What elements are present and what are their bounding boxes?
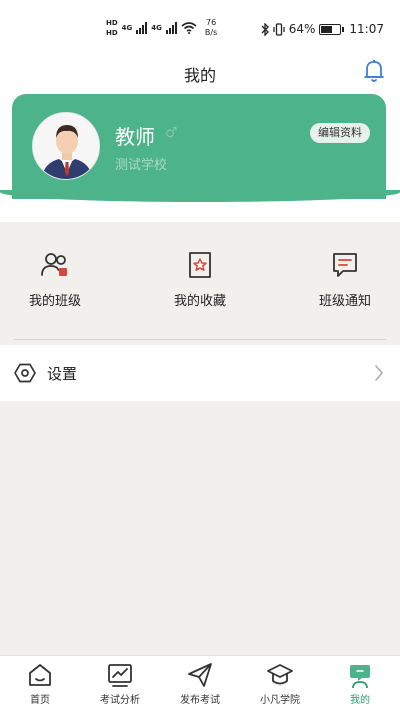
tab-mine[interactable]: 我的 bbox=[320, 656, 400, 711]
header: 我的 bbox=[0, 50, 400, 94]
battery-fill bbox=[321, 25, 333, 33]
divider bbox=[14, 339, 386, 340]
signal-type-1: 4G bbox=[121, 24, 133, 32]
bottom-tab-bar: 首页 考试分析 发布考试 小凡学院 我的 bbox=[0, 655, 400, 711]
chart-icon bbox=[108, 664, 132, 687]
tab-academy[interactable]: 小凡学院 bbox=[240, 656, 320, 711]
wifi-icon bbox=[181, 22, 197, 34]
vibrate-icon bbox=[273, 22, 285, 36]
profile-section: 教师 ♂ 测试学校 编辑资料 bbox=[0, 94, 400, 222]
menu-class-notice[interactable]: 班级通知 bbox=[290, 250, 400, 309]
net-speed: 76 B/s bbox=[205, 18, 217, 38]
user-name: 教师 bbox=[115, 125, 155, 149]
menu-my-favorites-label: 我的收藏 bbox=[173, 294, 226, 309]
bell-icon[interactable] bbox=[362, 58, 386, 84]
net-speed-value: 76 bbox=[206, 18, 217, 27]
graduation-cap-icon bbox=[267, 664, 293, 685]
tab-home-label: 首页 bbox=[30, 695, 50, 706]
status-bar: HD HD 4G 4G 76 B/s 64% 11:07 bbox=[0, 0, 400, 50]
people-icon bbox=[41, 253, 67, 276]
menu-my-favorites[interactable]: 我的收藏 bbox=[145, 250, 255, 309]
battery-icon bbox=[319, 23, 345, 35]
status-right: 64% 11:07 bbox=[261, 22, 384, 36]
tab-publish-exam-label: 发布考试 bbox=[180, 695, 220, 706]
profile-icon bbox=[350, 665, 370, 688]
settings-hexagon-icon bbox=[14, 363, 36, 383]
tab-mine-label: 我的 bbox=[350, 695, 370, 706]
send-icon bbox=[188, 663, 212, 687]
tab-exam-analysis[interactable]: 考试分析 bbox=[80, 656, 160, 711]
tab-publish-exam[interactable]: 发布考试 bbox=[160, 656, 240, 711]
signal-type-2: 4G bbox=[151, 24, 162, 32]
settings-label: 设置 bbox=[47, 365, 78, 383]
male-gender-icon: ♂ bbox=[165, 125, 178, 141]
hd-bottom: HD bbox=[106, 29, 118, 37]
tab-home[interactable]: 首页 bbox=[0, 656, 80, 711]
bluetooth-icon bbox=[261, 22, 269, 36]
hd-top: HD bbox=[106, 19, 118, 27]
home-icon bbox=[29, 664, 51, 686]
battery-percent: 64% bbox=[288, 22, 316, 36]
teacher-avatar-image bbox=[33, 113, 99, 179]
signal-bars-1-icon bbox=[136, 22, 148, 34]
status-left: HD HD 4G 4G 76 B/s bbox=[106, 18, 217, 38]
chat-notice-icon bbox=[333, 253, 357, 277]
school-name: 测试学校 bbox=[115, 158, 168, 173]
tab-academy-label: 小凡学院 bbox=[260, 695, 300, 706]
clock: 11:07 bbox=[349, 22, 384, 36]
menu-my-classes[interactable]: 我的班级 bbox=[0, 250, 110, 309]
net-speed-unit: B/s bbox=[204, 28, 218, 37]
quick-menu: 我的班级 我的收藏 班级通知 bbox=[0, 222, 400, 322]
signal-bars-2-icon bbox=[165, 22, 177, 34]
edit-profile-button[interactable]: 编辑资料 bbox=[310, 123, 370, 143]
card-curve-decoration bbox=[0, 190, 400, 202]
menu-class-notice-label: 班级通知 bbox=[318, 294, 371, 309]
profile-card[interactable]: 教师 ♂ 测试学校 编辑资料 bbox=[12, 94, 386, 199]
menu-my-classes-label: 我的班级 bbox=[28, 294, 81, 309]
settings-row[interactable]: 设置 bbox=[0, 345, 400, 401]
page-title: 我的 bbox=[183, 66, 216, 85]
chevron-right-icon bbox=[375, 365, 383, 381]
hd-indicator: HD HD bbox=[106, 18, 118, 38]
tab-exam-analysis-label: 考试分析 bbox=[100, 695, 140, 706]
avatar[interactable] bbox=[32, 112, 100, 180]
star-bookmark-icon bbox=[189, 252, 211, 278]
